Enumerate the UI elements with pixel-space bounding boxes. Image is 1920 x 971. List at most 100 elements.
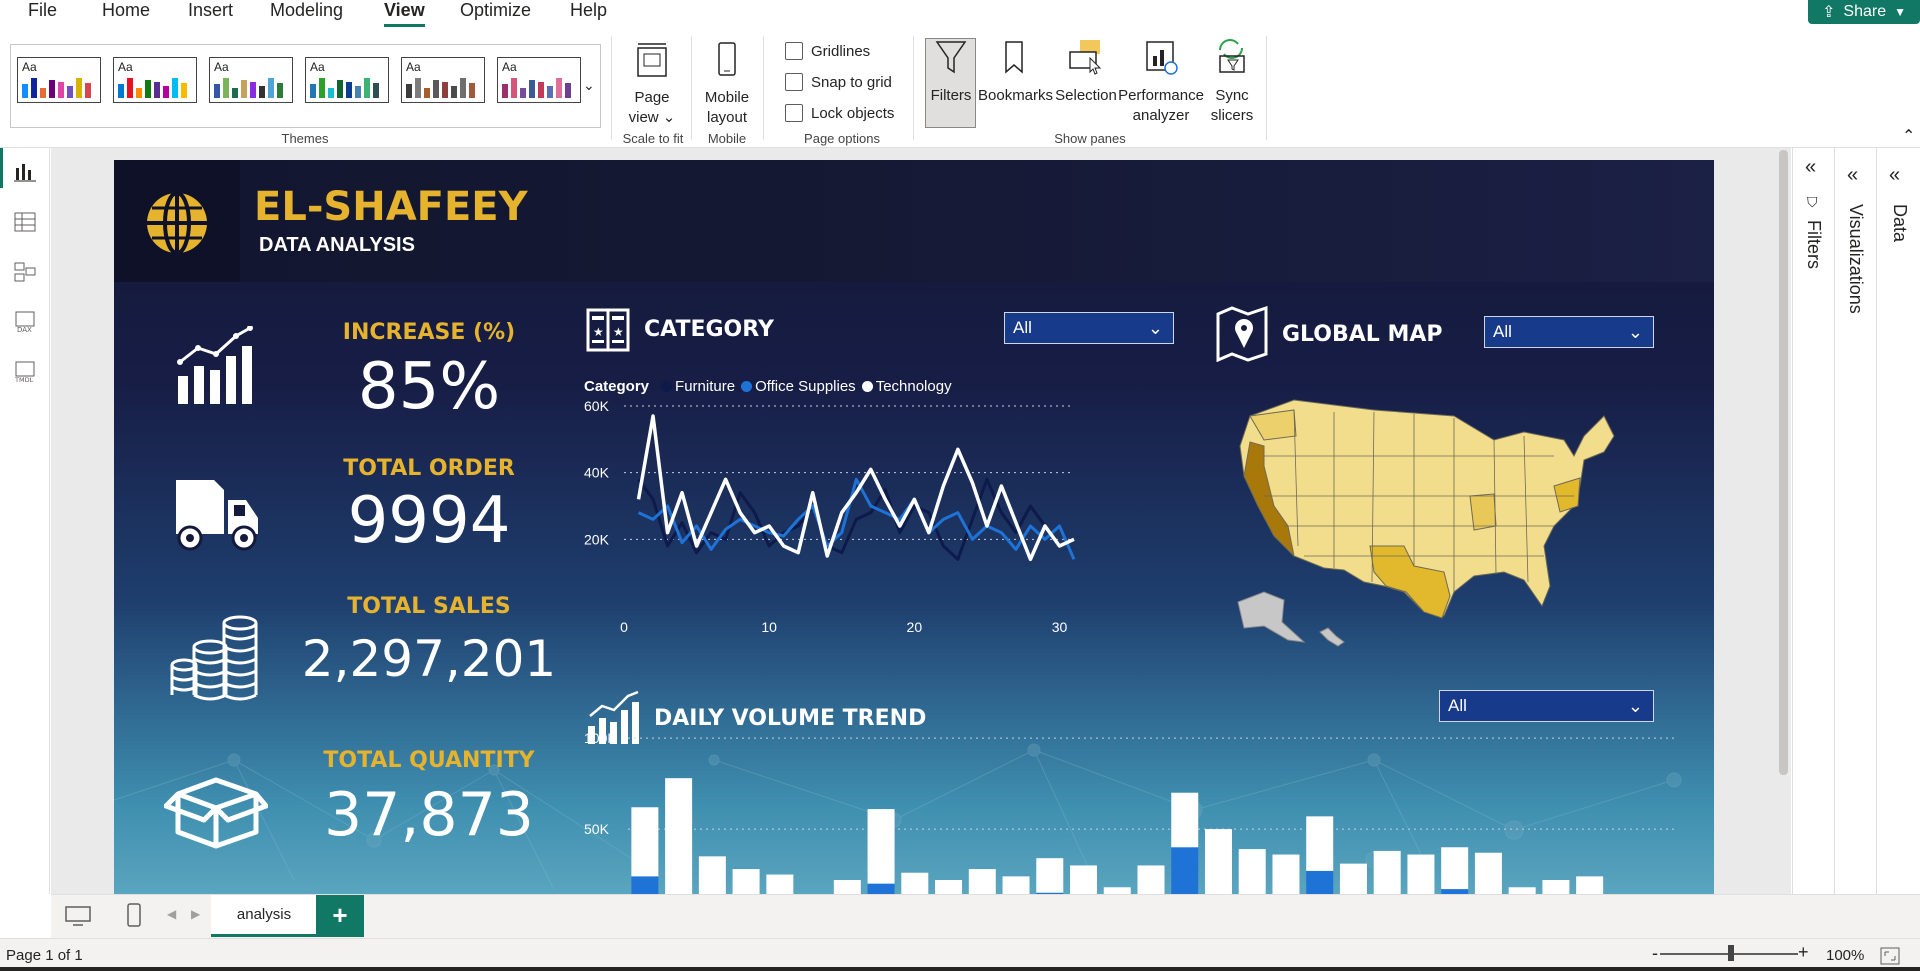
- menu-home[interactable]: Home: [102, 0, 150, 20]
- performance-analyzer-button[interactable]: Performance analyzer: [1118, 38, 1204, 126]
- kpi-total-order-value: 9994: [347, 484, 511, 558]
- bar-technology[interactable]: [1373, 850, 1401, 894]
- collapse-ribbon-icon[interactable]: ⌃: [1902, 126, 1915, 146]
- snap-to-grid-checkbox[interactable]: Snap to grid: [785, 73, 892, 91]
- model-view-icon[interactable]: [12, 260, 38, 284]
- bar-technology[interactable]: [901, 872, 929, 894]
- bar-technology[interactable]: [1137, 865, 1165, 894]
- themes-more-chevron-icon[interactable]: ⌄: [583, 77, 595, 94]
- bar-technology[interactable]: [968, 869, 996, 894]
- selection-button[interactable]: Selection: [1054, 38, 1118, 106]
- visualizations-pane[interactable]: « Visualizations: [1834, 148, 1876, 894]
- map-dropdown[interactable]: All ⌄: [1484, 316, 1654, 348]
- bar-technology[interactable]: [732, 869, 760, 894]
- active-view-indicator: [0, 148, 3, 188]
- bar-technology[interactable]: [1474, 852, 1502, 894]
- kpi-total-quantity-label: TOTAL QUANTITY: [323, 748, 535, 773]
- svg-text:TMDL: TMDL: [14, 376, 34, 384]
- bar-technology[interactable]: [1576, 876, 1604, 894]
- bar-technology[interactable]: [1272, 854, 1300, 894]
- zoom-in-button[interactable]: +: [1798, 942, 1809, 963]
- dax-query-view-icon[interactable]: DAX: [12, 310, 38, 334]
- svg-text:★: ★: [593, 325, 604, 339]
- map-dropdown-value: All: [1493, 322, 1512, 341]
- menu-file[interactable]: File: [28, 0, 57, 20]
- page-tab-analysis[interactable]: analysis: [211, 895, 317, 937]
- legend-item-technology[interactable]: Technology: [861, 378, 952, 395]
- theme-color-bar: [319, 78, 325, 98]
- legend-item-furniture[interactable]: Furniture: [661, 378, 735, 395]
- bar-technology[interactable]: [833, 880, 861, 894]
- theme-swatch[interactable]: Aa: [209, 57, 293, 103]
- theme-swatch[interactable]: Aa: [17, 57, 101, 103]
- expand-data-chevron-icon[interactable]: «: [1889, 164, 1900, 187]
- bar-office-supplies[interactable]: [631, 876, 659, 894]
- menu-optimize[interactable]: Optimize: [460, 0, 531, 20]
- bar-technology[interactable]: [631, 807, 659, 877]
- trend-dropdown[interactable]: All ⌄: [1439, 690, 1654, 722]
- vertical-scrollbar[interactable]: [1779, 150, 1788, 775]
- tmdl-view-icon[interactable]: TMDL: [12, 360, 38, 384]
- bar-technology[interactable]: [1171, 792, 1199, 848]
- filters-button[interactable]: Filters: [927, 38, 975, 106]
- menu-view[interactable]: View: [384, 0, 425, 27]
- bar-technology[interactable]: [1103, 887, 1131, 894]
- menu-help[interactable]: Help: [570, 0, 607, 20]
- expand-filters-chevron-icon[interactable]: «: [1805, 156, 1816, 179]
- theme-swatch[interactable]: Aa: [401, 57, 485, 103]
- mobile-layout-icon[interactable]: [125, 903, 143, 927]
- bar-technology[interactable]: [1542, 880, 1570, 894]
- bar-technology[interactable]: [1238, 849, 1266, 894]
- menu-modeling[interactable]: Modeling: [270, 0, 343, 20]
- fit-to-page-icon[interactable]: [1880, 947, 1900, 965]
- category-dropdown[interactable]: All ⌄: [1004, 312, 1174, 344]
- bookmarks-button[interactable]: Bookmarks: [978, 38, 1053, 106]
- zoom-out-button[interactable]: -: [1652, 943, 1658, 964]
- table-view-icon[interactable]: [12, 210, 38, 234]
- bar-office-supplies[interactable]: [1171, 847, 1199, 894]
- expand-visualizations-chevron-icon[interactable]: «: [1847, 164, 1858, 187]
- chevron-down-icon: ⌄: [1627, 696, 1643, 716]
- zoom-slider-thumb[interactable]: [1728, 945, 1734, 961]
- filters-pane[interactable]: « ⛉ Filters: [1792, 148, 1834, 894]
- bar-office-supplies[interactable]: [1306, 870, 1334, 894]
- page-view-button[interactable]: Page view ⌄: [626, 40, 678, 128]
- desktop-layout-icon[interactable]: [64, 905, 92, 927]
- bar-technology[interactable]: [1339, 863, 1367, 894]
- bar-office-supplies[interactable]: [867, 883, 895, 894]
- report-page: EL-SHAFEEY DATA ANALYSIS INCREASE (%) 85…: [114, 160, 1714, 894]
- add-page-button[interactable]: +: [316, 895, 364, 937]
- share-button[interactable]: ⇪ Share ▼: [1808, 0, 1920, 24]
- lock-objects-checkbox[interactable]: Lock objects: [785, 104, 894, 122]
- bar-technology[interactable]: [1306, 816, 1334, 871]
- bar-technology[interactable]: [698, 856, 726, 894]
- bar-technology[interactable]: [1508, 887, 1536, 894]
- theme-swatch[interactable]: Aa: [305, 57, 389, 103]
- bar-technology[interactable]: [1036, 858, 1064, 893]
- bookmark-icon: [1005, 41, 1023, 74]
- bar-technology[interactable]: [766, 874, 794, 894]
- bar-technology[interactable]: [935, 880, 963, 894]
- scroll-right-icon[interactable]: ▶: [191, 907, 200, 921]
- mobile-layout-button[interactable]: Mobile layout: [700, 40, 754, 128]
- gridlines-checkbox[interactable]: Gridlines: [785, 42, 870, 60]
- theme-color-bar: [529, 80, 535, 98]
- legend-item-office-supplies[interactable]: Office Supplies: [741, 378, 856, 395]
- theme-swatch[interactable]: Aa: [113, 57, 197, 103]
- bar-technology[interactable]: [1441, 847, 1469, 890]
- us-filled-map[interactable]: [1224, 396, 1644, 666]
- theme-swatch[interactable]: Aa: [497, 57, 581, 103]
- bar-technology[interactable]: [665, 778, 693, 894]
- filters-pane-title: Filters: [1804, 220, 1824, 269]
- menu-insert[interactable]: Insert: [188, 0, 233, 20]
- bar-technology[interactable]: [1070, 865, 1098, 894]
- bar-technology[interactable]: [1204, 829, 1232, 894]
- sync-slicers-button[interactable]: Sync slicers: [1204, 38, 1260, 126]
- bar-technology[interactable]: [867, 809, 895, 884]
- bar-technology[interactable]: [1407, 854, 1435, 894]
- sync-slicers-icon: [1219, 39, 1245, 73]
- scroll-left-icon[interactable]: ◀: [167, 907, 176, 921]
- data-pane[interactable]: « Data: [1876, 148, 1920, 894]
- report-view-icon[interactable]: [12, 160, 38, 184]
- bar-technology[interactable]: [1002, 876, 1030, 894]
